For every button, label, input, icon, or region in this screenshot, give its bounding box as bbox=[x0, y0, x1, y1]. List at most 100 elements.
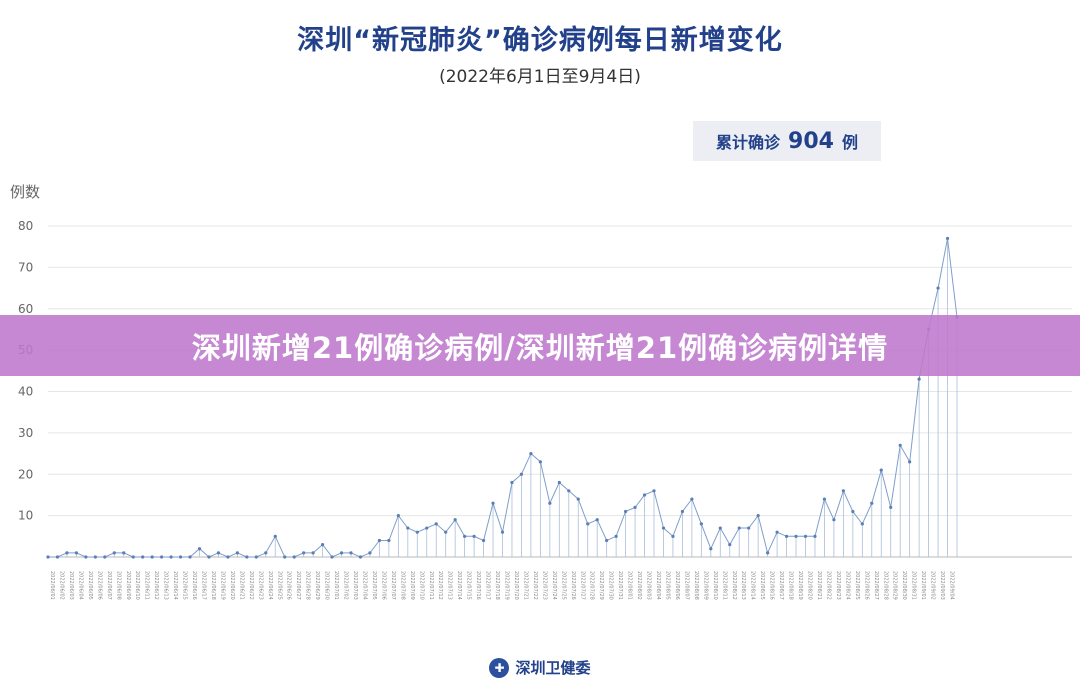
x-tick-label: 2022/08/28 bbox=[882, 571, 888, 600]
data-point bbox=[188, 555, 192, 559]
data-point bbox=[415, 530, 419, 534]
x-tick-label: 2022/06/21 bbox=[238, 571, 244, 600]
data-point bbox=[500, 530, 505, 534]
x-tick-label: 2022/07/06 bbox=[380, 571, 386, 600]
x-tick-label: 2022/06/03 bbox=[68, 571, 74, 600]
x-tick-label: 2022/08/01 bbox=[627, 571, 633, 600]
x-tick-label: 2022/07/07 bbox=[390, 571, 396, 600]
x-tick-label: 2022/07/04 bbox=[361, 571, 367, 600]
data-point bbox=[548, 501, 552, 505]
data-point bbox=[169, 555, 173, 559]
x-tick-label: 2022/07/18 bbox=[494, 571, 500, 600]
x-tick-label: 2022/08/18 bbox=[788, 571, 794, 600]
data-point bbox=[481, 538, 486, 543]
x-tick-label: 2022/06/11 bbox=[144, 571, 150, 600]
x-tick-label: 2022/08/11 bbox=[721, 571, 727, 600]
x-tick-label: 2022/08/12 bbox=[731, 571, 737, 600]
data-point bbox=[235, 551, 239, 555]
data-point bbox=[633, 505, 637, 509]
headline-banner: 深圳新增21例确诊病例/深圳新增21例确诊病例详情 bbox=[0, 315, 1080, 376]
x-tick-label: 2022/07/15 bbox=[466, 571, 472, 600]
data-point bbox=[292, 555, 296, 559]
data-point bbox=[302, 551, 306, 555]
y-axis-label: 例数 bbox=[10, 183, 40, 201]
x-tick-label: 2022/06/06 bbox=[96, 571, 102, 600]
data-point bbox=[529, 451, 533, 456]
data-point bbox=[320, 542, 325, 547]
data-point bbox=[538, 460, 542, 464]
data-point bbox=[368, 551, 372, 555]
x-tick-label: 2022/06/15 bbox=[182, 571, 188, 600]
x-tick-label: 2022/07/20 bbox=[513, 571, 519, 600]
data-point bbox=[709, 547, 713, 551]
data-point bbox=[822, 497, 827, 501]
data-point bbox=[216, 551, 221, 555]
y-tick-label: 70 bbox=[18, 260, 33, 274]
x-tick-label: 2022/08/17 bbox=[778, 571, 784, 600]
data-point bbox=[406, 526, 410, 530]
x-tick-label: 2022/06/08 bbox=[115, 571, 121, 600]
data-point bbox=[623, 509, 628, 514]
data-point bbox=[557, 480, 561, 485]
x-tick-label: 2022/06/29 bbox=[314, 571, 320, 600]
data-point bbox=[349, 551, 353, 555]
data-point bbox=[510, 480, 514, 485]
source-footer: ✚ 深圳卫健委 bbox=[0, 657, 1080, 678]
data-point bbox=[65, 551, 69, 555]
data-point bbox=[358, 555, 363, 559]
data-point bbox=[463, 534, 467, 538]
x-tick-label: 2022/07/08 bbox=[399, 571, 405, 600]
x-tick-label: 2022/08/07 bbox=[683, 571, 689, 600]
data-point bbox=[766, 551, 770, 555]
x-tick-label: 2022/07/30 bbox=[608, 571, 614, 600]
y-tick-label: 40 bbox=[18, 385, 33, 399]
x-tick-label: 2022/07/21 bbox=[522, 571, 528, 600]
x-tick-label: 2022/08/21 bbox=[816, 571, 822, 600]
data-point bbox=[860, 522, 864, 526]
x-tick-label: 2022/06/23 bbox=[257, 571, 263, 600]
x-tick-label: 2022/06/27 bbox=[295, 571, 301, 600]
data-point bbox=[661, 526, 666, 530]
data-point bbox=[803, 534, 808, 538]
data-point bbox=[112, 551, 116, 555]
data-point bbox=[737, 526, 741, 530]
x-tick-label: 2022/07/25 bbox=[560, 571, 566, 600]
data-point bbox=[936, 286, 940, 290]
x-tick-label: 2022/08/08 bbox=[693, 571, 699, 600]
x-tick-label: 2022/07/29 bbox=[598, 571, 604, 600]
y-tick-label: 30 bbox=[18, 426, 33, 440]
data-point bbox=[747, 526, 751, 530]
x-tick-label: 2022/08/26 bbox=[863, 571, 869, 600]
data-point bbox=[55, 555, 60, 559]
x-tick-label: 2022/06/16 bbox=[191, 571, 197, 600]
x-tick-label: 2022/06/28 bbox=[305, 571, 311, 600]
x-tick-label: 2022/09/03 bbox=[939, 571, 945, 600]
x-tick-label: 2022/06/14 bbox=[172, 571, 178, 600]
data-point bbox=[614, 534, 618, 538]
data-point bbox=[491, 501, 495, 505]
x-tick-label: 2022/07/05 bbox=[371, 571, 377, 600]
data-point bbox=[728, 542, 732, 547]
x-tick-label: 2022/08/14 bbox=[750, 571, 756, 600]
data-point bbox=[576, 497, 580, 501]
x-tick-label: 2022/07/02 bbox=[343, 571, 349, 600]
x-tick-label: 2022/08/30 bbox=[901, 571, 907, 600]
data-point bbox=[898, 443, 902, 447]
x-tick-label: 2022/09/01 bbox=[920, 571, 926, 600]
data-point bbox=[879, 468, 883, 472]
data-point bbox=[84, 555, 88, 559]
x-tick-label: 2022/06/18 bbox=[210, 571, 216, 600]
data-point bbox=[453, 518, 457, 522]
x-tick-label: 2022/06/13 bbox=[163, 571, 169, 600]
x-tick-label: 2022/07/26 bbox=[570, 571, 576, 600]
data-point bbox=[775, 530, 779, 534]
data-point bbox=[813, 534, 817, 538]
data-point bbox=[93, 555, 97, 559]
x-tick-label: 2022/08/09 bbox=[702, 571, 708, 600]
data-point bbox=[150, 555, 154, 559]
x-tick-label: 2022/06/19 bbox=[219, 571, 225, 600]
x-tick-label: 2022/07/14 bbox=[456, 571, 462, 600]
y-tick-label: 60 bbox=[18, 302, 33, 316]
data-point bbox=[870, 501, 874, 505]
data-point bbox=[339, 551, 344, 555]
